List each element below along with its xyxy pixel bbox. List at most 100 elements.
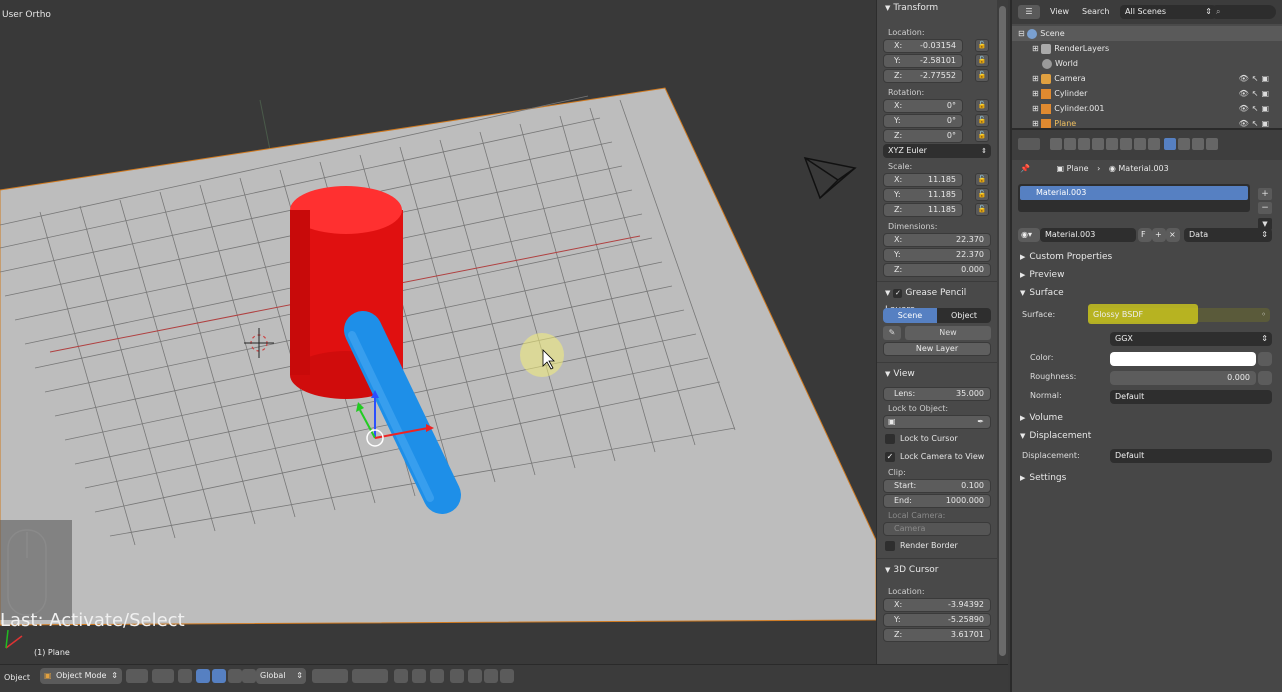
lock-icon[interactable]: 🔓 [975,99,989,112]
node-link-icon[interactable] [1258,371,1272,385]
display-mode-select[interactable]: All Scenes ⇕ [1120,5,1216,19]
3d-cursor-header[interactable]: ▼ 3D Cursor [877,562,997,579]
scene-tab-icon[interactable] [1078,138,1090,150]
view-menu[interactable]: View [1050,5,1069,19]
lock-icon[interactable]: 🔓 [975,114,989,127]
pivot-point-icon[interactable] [152,669,174,683]
editor-type-icon[interactable]: ☰ [1018,5,1040,19]
pin-icon[interactable]: 📌 [1020,164,1030,173]
rotation-mode-select[interactable]: XYZ Euler ⇕ [883,144,991,158]
cursor-x-field[interactable]: X: -3.94392 [883,598,991,612]
snap-element-icon[interactable] [450,669,464,683]
location-x-field[interactable]: X: -0.03154 [883,39,963,53]
preview-panel[interactable]: ▶ Preview [1012,266,1282,284]
particles-tab-icon[interactable] [1192,138,1204,150]
lock-camera-to-view-checkbox[interactable]: ✓ Lock Camera to View [877,448,997,466]
properties-editor[interactable]: 📌 ▣ Plane › ◉ Material.003 Material.003 … [1010,128,1282,692]
color-swatch[interactable] [1110,352,1256,366]
distribution-select[interactable]: GGX ⇕ [1110,332,1272,346]
dimensions-x-field[interactable]: X: 22.370 [883,233,991,247]
checkbox-icon[interactable]: ✓ [893,289,903,298]
visibility-icons[interactable]: 👁↖▣ [1239,86,1272,101]
material-slot-list[interactable]: Material.003 [1018,184,1250,212]
layer-buttons-1[interactable] [312,669,348,683]
snap-icon[interactable] [430,669,444,683]
lock-icon[interactable]: 🔓 [975,188,989,201]
location-y-field[interactable]: Y: -2.58101 [883,54,963,68]
grease-object-button[interactable]: Object [937,308,991,323]
expand-icon[interactable]: ⊟ [1018,29,1025,38]
add-material-icon[interactable]: + [1152,228,1166,242]
render-border-checkbox[interactable]: Render Border [877,537,997,555]
outliner-item-cylinder-001[interactable]: ⊞ Cylinder.001 👁↖▣ [1012,101,1282,116]
editor-type-icon[interactable] [1018,138,1040,150]
view-header[interactable]: ▼ View [877,366,997,383]
lock-to-cursor-checkbox[interactable]: Lock to Cursor [877,430,997,448]
grease-new-button[interactable]: New [905,326,991,340]
shelf-scrollbar[interactable] [997,0,1008,664]
roughness-slider[interactable]: 0.000 [1110,371,1256,385]
transform-orientation-select[interactable]: Global ⇕ [256,668,306,684]
surface-panel[interactable]: ▼ Surface [1012,284,1282,302]
outliner-item-scene[interactable]: ⊟ Scene [1012,26,1282,41]
properties-shelf[interactable]: ▼ Transform Location: X: -0.03154 🔓 Y: -2.58… [876,0,997,664]
lock-icon[interactable]: 🔓 [975,173,989,186]
add-slot-button[interactable]: + [1258,188,1272,200]
grease-pencil-source-toggle[interactable]: Scene Object [883,308,991,323]
custom-properties-panel[interactable]: ▶ Custom Properties [1012,248,1282,266]
lens-field[interactable]: Lens: 35.000 [883,387,991,401]
remove-slot-button[interactable]: − [1258,202,1272,214]
visibility-icons[interactable]: 👁↖▣ [1239,71,1272,86]
visibility-icons[interactable]: 👁↖▣ [1239,101,1272,116]
clip-end-field[interactable]: End: 1000.000 [883,494,991,508]
physics-tab-icon[interactable] [1206,138,1218,150]
location-z-field[interactable]: Z: -2.77552 [883,69,963,83]
settings-panel[interactable]: ▶ Settings [1012,469,1282,487]
outliner[interactable]: ☰ View Search All Scenes ⇕ ⌕ ⊟ Scene ⊞ Re… [1010,0,1282,129]
expand-icon[interactable]: ⊞ [1032,74,1039,83]
rotate-manipulator-icon[interactable] [212,669,226,683]
constraints-tab-icon[interactable] [1120,138,1132,150]
clip-start-field[interactable]: Start: 0.100 [883,479,991,493]
object-tab-icon[interactable] [1106,138,1118,150]
rotation-z-field[interactable]: Z: 0° [883,129,963,143]
lock-icon[interactable]: 🔓 [975,39,989,52]
expand-icon[interactable]: ⊞ [1032,44,1039,53]
outliner-item-cylinder[interactable]: ⊞ Cylinder 👁↖▣ [1012,86,1282,101]
node-link-icon[interactable] [1258,352,1272,366]
transform-header[interactable]: ▼ Transform [877,0,997,17]
grease-pencil-header[interactable]: ▼✓Grease Pencil Layers [877,285,997,315]
scale-x-field[interactable]: X: 11.185 [883,173,963,187]
dimensions-y-field[interactable]: Y: 22.370 [883,248,991,262]
new-layer-button[interactable]: New Layer [883,342,991,356]
opengl-render-icon[interactable] [500,669,514,683]
unlink-material-icon[interactable]: × [1166,228,1180,242]
texture-tab-icon[interactable] [1178,138,1190,150]
material-tab-icon[interactable] [1164,138,1176,150]
data-tab-icon[interactable] [1148,138,1160,150]
lock-icon[interactable]: 🔓 [975,203,989,216]
eyedropper-icon[interactable]: ✒ [977,416,984,428]
expand-icon[interactable]: ⊞ [1032,119,1039,128]
dimensions-z-field[interactable]: Z: 0.000 [883,263,991,277]
material-name-field[interactable]: Material.003 [1040,228,1136,242]
lock-icon[interactable]: 🔓 [975,129,989,142]
render-animation-icon[interactable] [484,669,498,683]
modifiers-tab-icon[interactable] [1134,138,1146,150]
scale-z-field[interactable]: Z: 11.185 [883,203,963,217]
world-tab-icon[interactable] [1092,138,1104,150]
displacement-panel[interactable]: ▼ Displacement [1012,427,1282,445]
cursor-z-field[interactable]: Z: 3.61701 [883,628,991,642]
layer-buttons-2[interactable] [352,669,388,683]
orientation-icon[interactable] [242,669,256,683]
expand-icon[interactable]: ⊞ [1032,104,1039,113]
manipulator-toggle-icon[interactable] [178,669,192,683]
scale-y-field[interactable]: Y: 11.185 [883,188,963,202]
grease-scene-button[interactable]: Scene [883,308,937,323]
cursor-y-field[interactable]: Y: -5.25890 [883,613,991,627]
layer-lock-icon[interactable] [394,669,408,683]
fake-user-button[interactable]: F [1138,228,1152,242]
material-slot-item[interactable]: Material.003 [1020,186,1248,200]
proportional-edit-icon[interactable] [412,669,426,683]
scrollbar-thumb[interactable] [999,6,1006,656]
